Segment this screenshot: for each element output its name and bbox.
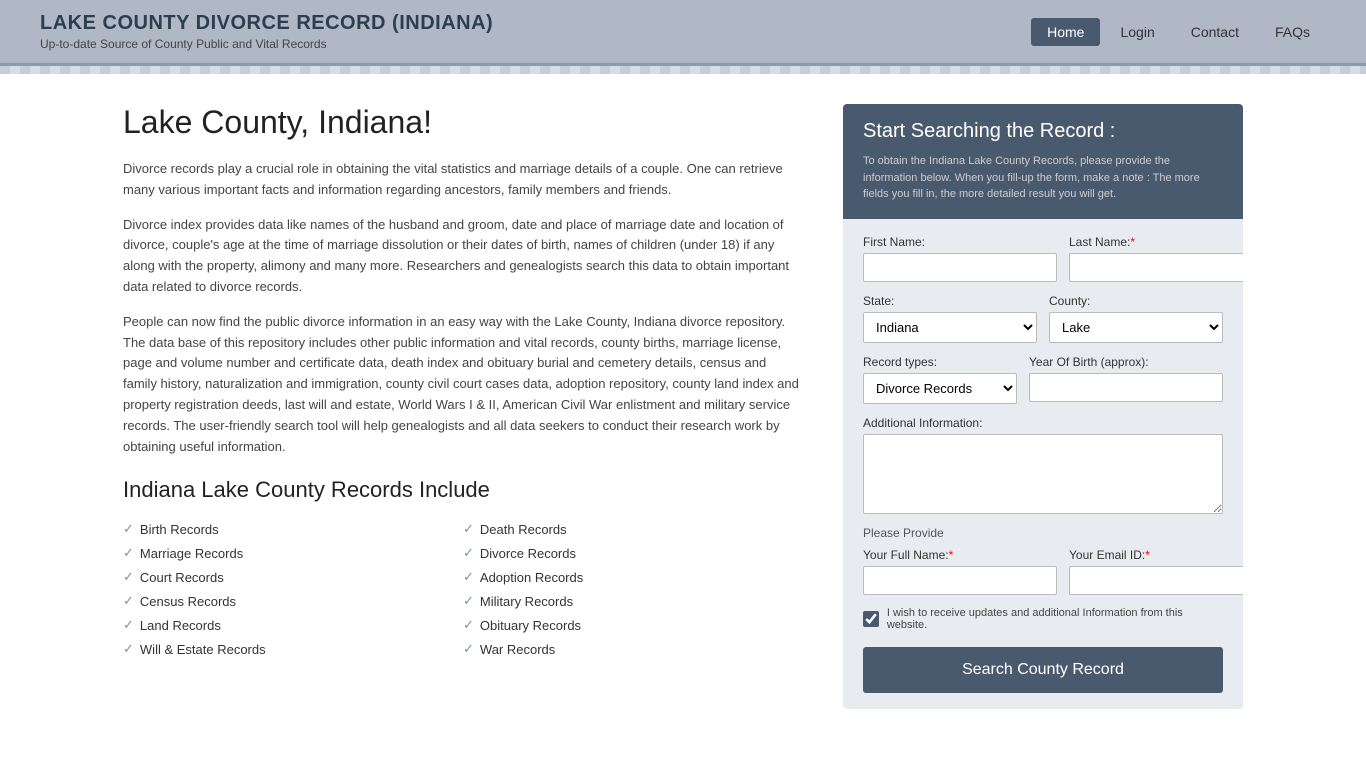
state-label: State: [863,294,1037,308]
search-panel-header: Start Searching the Record : To obtain t… [843,104,1243,219]
state-county-row: State: Indiana County: Lake [863,294,1223,343]
header-branding: LAKE COUNTY DIVORCE RECORD (INDIANA) Up-… [40,12,493,51]
intro-para-3: People can now find the public divorce i… [123,312,803,458]
record-types-label: Record types: [863,355,1017,369]
page-heading: Lake County, Indiana! [123,104,803,141]
full-name-group: Your Full Name:* [863,548,1057,595]
additional-info-group: Additional Information: [863,416,1223,514]
nav-faqs[interactable]: FAQs [1259,18,1326,46]
email-group: Your Email ID:* [1069,548,1243,595]
contact-row: Your Full Name:* Your Email ID:* [863,548,1223,595]
list-item: ✓Adoption Records [463,565,803,589]
full-name-input[interactable] [863,566,1057,595]
nav-home[interactable]: Home [1031,18,1100,46]
main-nav: Home Login Contact FAQs [1031,18,1326,46]
county-select[interactable]: Lake [1049,312,1223,343]
additional-info-textarea[interactable] [863,434,1223,514]
record-type-select[interactable]: Divorce Records Birth Records Marriage R… [863,373,1017,404]
decorative-strip [0,66,1366,74]
check-icon: ✓ [463,521,474,537]
please-provide-label: Please Provide [863,526,1223,540]
nav-contact[interactable]: Contact [1175,18,1255,46]
record-type-row: Record types: Divorce Records Birth Reco… [863,355,1223,404]
list-item: ✓Court Records [123,565,463,589]
list-item: ✓Death Records [463,517,803,541]
check-icon: ✓ [123,545,134,561]
search-panel-body: First Name: Last Name:* State: Indiana [843,219,1243,709]
check-icon: ✓ [123,593,134,609]
last-name-label: Last Name:* [1069,235,1243,249]
records-section-heading: Indiana Lake County Records Include [123,477,803,503]
site-title: LAKE COUNTY DIVORCE RECORD (INDIANA) [40,12,493,35]
newsletter-checkbox[interactable] [863,611,879,627]
check-icon: ✓ [123,617,134,633]
newsletter-label: I wish to receive updates and additional… [887,607,1223,631]
records-col-right: ✓Death Records ✓Divorce Records ✓Adoptio… [463,517,803,661]
name-row: First Name: Last Name:* [863,235,1223,282]
required-indicator: * [949,548,954,562]
search-panel-title: Start Searching the Record : [863,120,1223,143]
full-name-label: Your Full Name:* [863,548,1057,562]
check-icon: ✓ [463,545,474,561]
first-name-group: First Name: [863,235,1057,282]
year-of-birth-label: Year Of Birth (approx): [1029,355,1223,369]
last-name-group: Last Name:* [1069,235,1243,282]
list-item: ✓Will & Estate Records [123,637,463,661]
county-label: County: [1049,294,1223,308]
record-type-group: Record types: Divorce Records Birth Reco… [863,355,1017,404]
year-of-birth-group: Year Of Birth (approx): [1029,355,1223,404]
state-group: State: Indiana [863,294,1037,343]
check-icon: ✓ [463,641,474,657]
nav-login[interactable]: Login [1104,18,1170,46]
intro-para-1: Divorce records play a crucial role in o… [123,159,803,201]
required-indicator: * [1130,235,1135,249]
newsletter-checkbox-row: I wish to receive updates and additional… [863,607,1223,631]
search-panel: Start Searching the Record : To obtain t… [843,104,1243,709]
content-left: Lake County, Indiana! Divorce records pl… [123,104,803,709]
check-icon: ✓ [123,641,134,657]
additional-info-label: Additional Information: [863,416,1223,430]
check-icon: ✓ [463,593,474,609]
list-item: ✓Marriage Records [123,541,463,565]
check-icon: ✓ [463,569,474,585]
email-input[interactable] [1069,566,1243,595]
check-icon: ✓ [463,617,474,633]
list-item: ✓Obituary Records [463,613,803,637]
site-subtitle: Up-to-date Source of County Public and V… [40,37,493,51]
records-list: ✓Birth Records ✓Marriage Records ✓Court … [123,517,803,661]
intro-para-2: Divorce index provides data like names o… [123,215,803,298]
year-of-birth-input[interactable] [1029,373,1223,402]
required-indicator: * [1145,548,1150,562]
list-item: ✓War Records [463,637,803,661]
main-container: Lake County, Indiana! Divorce records pl… [83,74,1283,739]
search-county-record-button[interactable]: Search County Record [863,647,1223,693]
records-col-left: ✓Birth Records ✓Marriage Records ✓Court … [123,517,463,661]
email-label: Your Email ID:* [1069,548,1243,562]
county-group: County: Lake [1049,294,1223,343]
list-item: ✓Birth Records [123,517,463,541]
list-item: ✓Military Records [463,589,803,613]
state-select[interactable]: Indiana [863,312,1037,343]
check-icon: ✓ [123,521,134,537]
first-name-input[interactable] [863,253,1057,282]
first-name-label: First Name: [863,235,1057,249]
search-panel-desc: To obtain the Indiana Lake County Record… [863,153,1223,203]
last-name-input[interactable] [1069,253,1243,282]
list-item: ✓Divorce Records [463,541,803,565]
list-item: ✓Census Records [123,589,463,613]
list-item: ✓Land Records [123,613,463,637]
check-icon: ✓ [123,569,134,585]
page-header: LAKE COUNTY DIVORCE RECORD (INDIANA) Up-… [0,0,1366,66]
